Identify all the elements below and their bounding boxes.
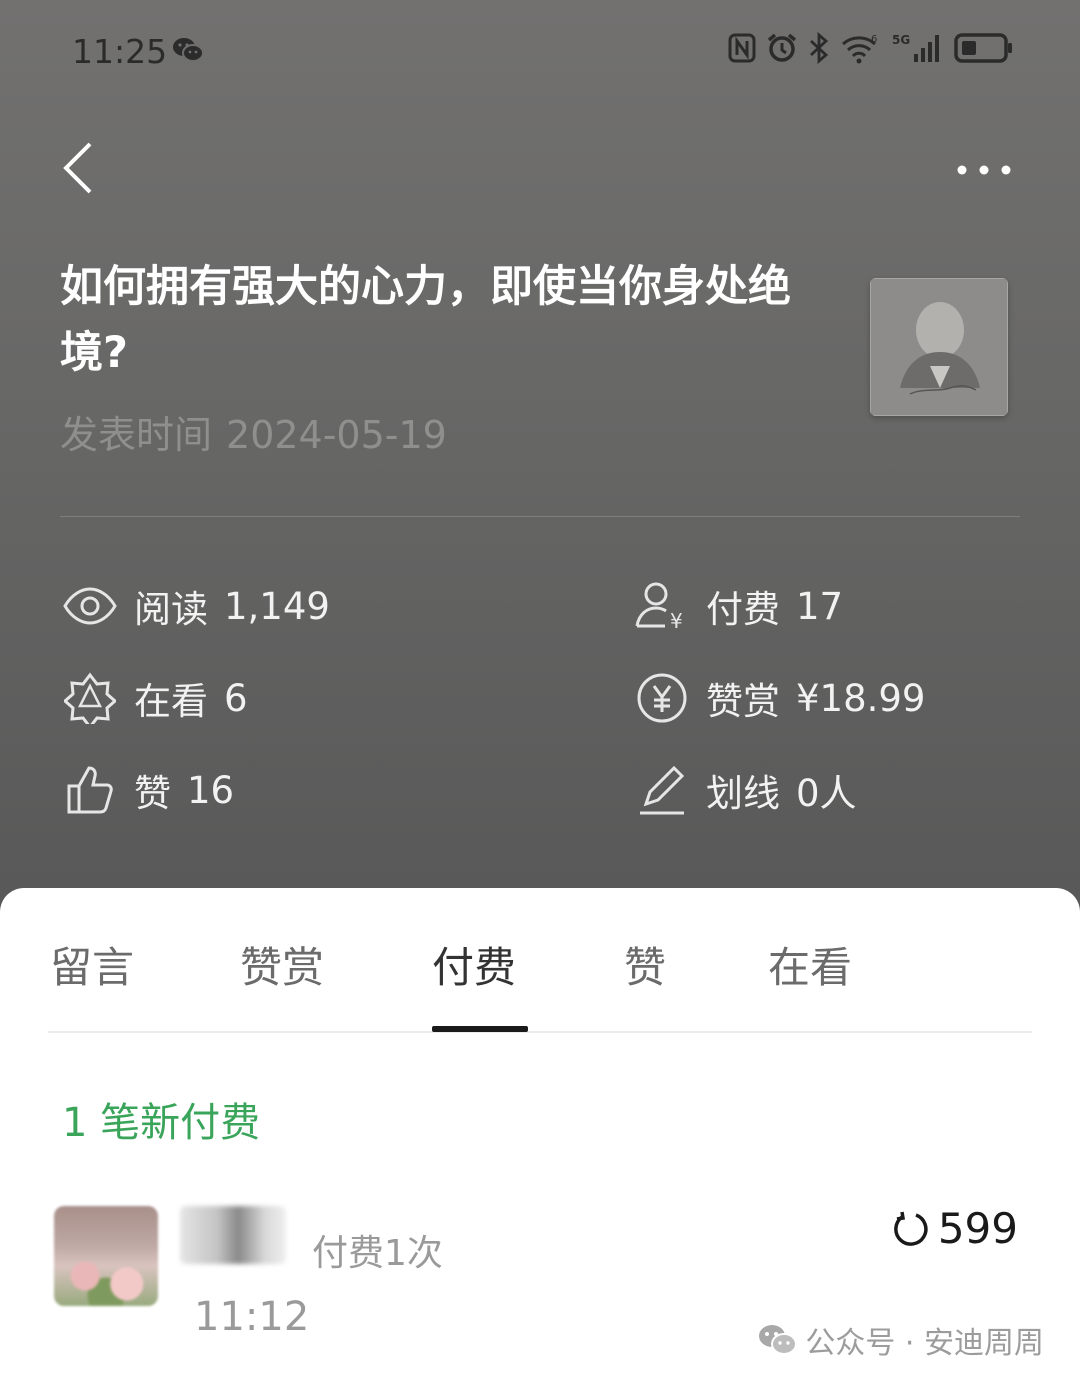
status-time: 11:25 bbox=[72, 32, 168, 71]
payment-time: 11:12 bbox=[194, 1294, 310, 1340]
wechat-official-account-icon bbox=[759, 1325, 798, 1355]
stat-watching-value: 6 bbox=[224, 676, 248, 720]
thumbs-up-icon bbox=[62, 762, 118, 818]
stat-likes-value: 16 bbox=[187, 768, 235, 812]
stat-reward-label: 赞赏 bbox=[706, 680, 780, 723]
publish-label: 发表时间 bbox=[60, 413, 213, 457]
stat-watching-label: 在看 bbox=[134, 680, 208, 723]
publish-date: 2024-05-19 bbox=[226, 413, 447, 457]
stat-underline-value: 0人 bbox=[796, 772, 857, 815]
status-icons: 6 5G bbox=[728, 32, 1014, 64]
tab-rewards[interactable]: 赞赏 bbox=[240, 934, 324, 995]
stat-reads-label: 阅读 bbox=[134, 588, 208, 631]
watching-star-icon bbox=[62, 670, 118, 726]
article-header-panel: 11:25 6 5G 如何拥有强大的心力，即使当你身处绝境? 发表时间 2024… bbox=[0, 0, 1080, 920]
wifi-6-icon: 6 bbox=[842, 34, 877, 64]
stat-reads-value: 1,149 bbox=[224, 584, 330, 628]
nfc-icon bbox=[728, 33, 756, 63]
new-payment-count: 1 笔新付费 bbox=[62, 1100, 261, 1146]
stat-reward[interactable]: 赞赏 ¥18.99 bbox=[634, 670, 925, 726]
user-name-blurred bbox=[180, 1206, 286, 1264]
stat-reads: 阅读 1,149 bbox=[62, 578, 330, 634]
active-tab-indicator bbox=[432, 1026, 528, 1032]
chevron-left-icon bbox=[63, 142, 92, 194]
stat-paid[interactable]: ¥ 付费 17 bbox=[634, 578, 843, 634]
pen-icon bbox=[634, 762, 690, 818]
payment-amount-value: 599 bbox=[937, 1204, 1018, 1253]
svg-text:6: 6 bbox=[871, 34, 877, 45]
coin-icon bbox=[894, 1211, 928, 1246]
stat-likes-label: 赞 bbox=[134, 772, 171, 815]
5g-signal-icon: 5G bbox=[892, 33, 939, 62]
stat-watching: 在看 6 bbox=[62, 670, 248, 726]
stat-paid-value: 17 bbox=[796, 584, 844, 628]
stat-paid-label: 付费 bbox=[706, 588, 780, 631]
tab-bar: 留言 赞赏 付费 赞 在看 bbox=[48, 928, 1032, 1033]
watermark-text: 公众号 · 安迪周周 bbox=[805, 1326, 1044, 1361]
svg-text:5G: 5G bbox=[892, 33, 910, 47]
back-button[interactable] bbox=[58, 140, 98, 196]
yuan-coin-icon bbox=[634, 670, 690, 726]
stat-underline-label: 划线 bbox=[706, 772, 780, 815]
watermark: 公众号 · 安迪周周 bbox=[757, 1318, 1044, 1362]
article-title[interactable]: 如何拥有强大的心力，即使当你身处绝境? bbox=[60, 254, 800, 386]
stat-likes: 赞 16 bbox=[62, 762, 234, 818]
tab-comments[interactable]: 留言 bbox=[50, 934, 134, 995]
battery-icon bbox=[954, 33, 1012, 63]
more-button[interactable] bbox=[956, 160, 1012, 180]
tab-likes[interactable]: 赞 bbox=[624, 934, 666, 995]
svg-text:¥: ¥ bbox=[670, 609, 683, 632]
tab-watching[interactable]: 在看 bbox=[768, 934, 852, 995]
alarm-icon bbox=[767, 33, 797, 62]
more-dots-icon bbox=[957, 165, 1011, 175]
avatar[interactable] bbox=[54, 1206, 158, 1306]
payment-count-text: 付费1次 bbox=[312, 1233, 443, 1274]
wechat-notification-icon bbox=[172, 36, 204, 68]
stat-reward-value: ¥18.99 bbox=[796, 676, 926, 720]
publish-time: 发表时间 2024-05-19 bbox=[60, 404, 447, 459]
tab-paid[interactable]: 付费 bbox=[432, 934, 516, 995]
bluetooth-icon bbox=[810, 32, 829, 64]
paid-user-icon: ¥ bbox=[634, 578, 690, 634]
payment-amount: 599 bbox=[892, 1204, 1018, 1253]
article-cover-image[interactable] bbox=[870, 278, 1008, 416]
eye-icon bbox=[62, 578, 118, 634]
stat-underline[interactable]: 划线 0人 bbox=[634, 762, 857, 818]
divider bbox=[60, 516, 1020, 517]
